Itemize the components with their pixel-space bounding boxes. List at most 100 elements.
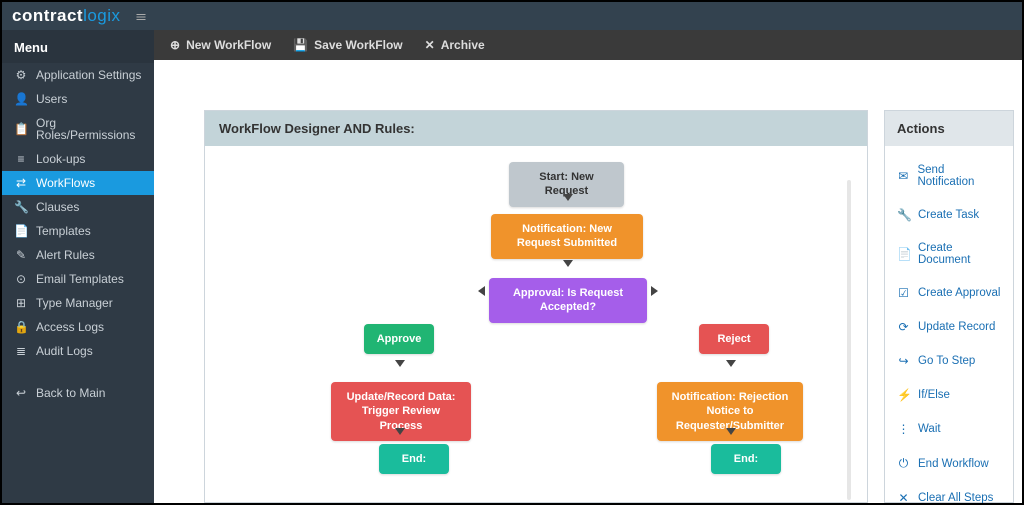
grid-icon: ⊞ [14,297,28,309]
sidebar-item-clauses[interactable]: 🔧 Clauses [2,195,154,219]
node-end-left[interactable]: End: [379,444,449,474]
sidebar-item-workflows[interactable]: ⇄ WorkFlows [2,171,154,195]
sidebar-item-label: Org Roles/Permissions [36,117,142,141]
menu-header: Menu [2,30,154,63]
arrow-down-icon [563,194,573,201]
sidebar-item-label: Email Templates [36,273,124,285]
back-icon: ↩ [14,387,28,399]
toolbar-label: New WorkFlow [186,38,271,52]
goto-icon: ↪ [897,354,910,368]
sidebar-item-label: Look-ups [36,153,85,165]
action-create-task[interactable]: 🔧 Create Task [885,198,1013,232]
sidebar-item-templates[interactable]: 📄 Templates [2,219,154,243]
save-icon: 💾 [293,38,308,52]
sidebar-item-users[interactable]: 👤 Users [2,87,154,111]
action-clear-all-steps[interactable]: ✕ Clear All Steps [885,481,1013,505]
node-approval[interactable]: Approval: Is Request Accepted? [489,278,647,323]
action-label: Update Record [918,321,995,333]
action-label: Create Task [918,209,979,221]
close-icon: ✕ [425,38,435,52]
brand-logo: contractlogix [12,6,121,26]
plus-circle-icon: ⊕ [170,38,180,52]
toolbar-label: Archive [441,38,485,52]
power-icon: ⏻ [897,456,910,471]
user-icon: 👤 [14,93,28,105]
action-label: If/Else [918,389,950,401]
action-label: Go To Step [918,355,975,367]
scrollbar[interactable] [847,180,851,500]
sidebar-item-lookups[interactable]: ≡ Look-ups [2,147,154,171]
sidebar: Menu ⚙ Application Settings 👤 Users 📋 Or… [2,30,154,503]
arrow-down-icon [726,360,736,367]
action-wait[interactable]: ⋮ Wait [885,412,1013,446]
document-icon: 📄 [14,225,28,237]
toolbar-label: Save WorkFlow [314,38,402,52]
node-approve[interactable]: Approve [364,324,434,354]
bolt-icon: ⚡ [897,388,910,402]
edit-icon: ✎ [14,249,28,261]
wrench-icon: 🔧 [897,208,910,222]
arrow-down-icon [395,360,405,367]
hamburger-icon[interactable] [135,9,147,24]
arrow-down-icon [395,428,405,435]
action-if-else[interactable]: ⚡ If/Else [885,378,1013,412]
sidebar-item-application-settings[interactable]: ⚙ Application Settings [2,63,154,87]
action-label: Clear All Steps [918,492,993,504]
sidebar-back-to-main[interactable]: ↩ Back to Main [2,381,154,405]
sidebar-item-email-templates[interactable]: ⊙ Email Templates [2,267,154,291]
sidebar-item-label: Templates [36,225,91,237]
list-icon: ≡ [14,153,28,165]
envelope-icon: ✉ [897,169,909,183]
node-end-right[interactable]: End: [711,444,781,474]
sidebar-item-label: Type Manager [36,297,113,309]
action-end-workflow[interactable]: ⏻ End Workflow [885,446,1013,481]
save-workflow-button[interactable]: 💾 Save WorkFlow [293,38,402,52]
action-create-approval[interactable]: ☑ Create Approval [885,276,1013,310]
new-workflow-button[interactable]: ⊕ New WorkFlow [170,38,271,52]
action-update-record[interactable]: ⟳ Update Record [885,310,1013,344]
gear-icon: ⚙ [14,69,28,81]
arrow-down-icon [726,428,736,435]
clear-icon: ✕ [897,491,910,505]
sidebar-item-label: Alert Rules [36,249,95,261]
action-create-document[interactable]: 📄 Create Document [885,232,1013,276]
sidebar-item-access-logs[interactable]: 🔒 Access Logs [2,315,154,339]
sidebar-item-alert-rules[interactable]: ✎ Alert Rules [2,243,154,267]
sidebar-item-label: Audit Logs [36,345,93,357]
toolbar: ⊕ New WorkFlow 💾 Save WorkFlow ✕ Archive [154,30,1022,60]
at-icon: ⊙ [14,273,28,285]
sidebar-item-org-roles[interactable]: 📋 Org Roles/Permissions [2,111,154,147]
log-icon: ≣ [14,345,28,357]
check-icon: ☑ [897,286,910,300]
action-label: End Workflow [918,458,989,470]
action-label: Create Document [918,242,1001,266]
action-go-to-step[interactable]: ↪ Go To Step [885,344,1013,378]
actions-title: Actions [885,111,1013,146]
action-send-notification[interactable]: ✉ Send Notification [885,154,1013,198]
document-icon: 📄 [897,247,910,261]
sidebar-item-label: Access Logs [36,321,104,333]
wrench-icon: 🔧 [14,201,28,213]
node-reject[interactable]: Reject [699,324,769,354]
topbar: contractlogix [2,2,1022,30]
workflow-icon: ⇄ [14,177,28,189]
roles-icon: 📋 [14,123,28,135]
node-notification-submitted[interactable]: Notification: New Request Submitted [491,214,643,259]
sidebar-item-label: Back to Main [36,387,105,399]
workflow-designer-panel: WorkFlow Designer AND Rules: Start: New … [204,110,868,503]
action-label: Send Notification [917,164,1001,188]
workflow-canvas[interactable]: Start: New Request Notification: New Req… [205,146,867,502]
refresh-icon: ⟳ [897,320,910,334]
sidebar-item-label: Application Settings [36,69,141,81]
sidebar-item-label: WorkFlows [36,177,95,189]
sidebar-item-audit-logs[interactable]: ≣ Audit Logs [2,339,154,363]
archive-button[interactable]: ✕ Archive [425,38,485,52]
main-area: WorkFlow Designer AND Rules: Start: New … [154,60,1022,503]
actions-panel: Actions ✉ Send Notification 🔧 Create Tas… [884,110,1014,503]
sidebar-item-label: Users [36,93,67,105]
lock-icon: 🔒 [14,321,28,333]
wait-icon: ⋮ [897,422,910,436]
action-label: Create Approval [918,287,1000,299]
designer-title: WorkFlow Designer AND Rules: [205,111,867,146]
sidebar-item-type-manager[interactable]: ⊞ Type Manager [2,291,154,315]
